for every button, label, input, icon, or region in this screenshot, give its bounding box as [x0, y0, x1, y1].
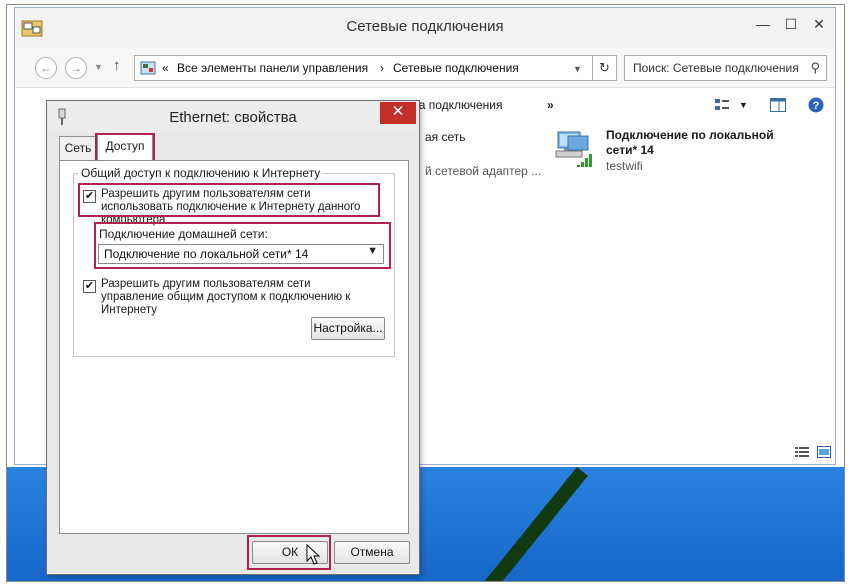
forward-arrow-icon[interactable]: → [65, 57, 87, 79]
dialog-title: Ethernet: свойства [169, 109, 297, 126]
tab-network[interactable]: Сеть [59, 136, 97, 161]
internet-sharing-group: Общий доступ к подключению к Интернету ✔… [73, 166, 395, 357]
wireless-adapter-icon[interactable] [552, 128, 594, 170]
allow-sharing-highlight [78, 183, 380, 217]
ethernet-properties-dialog: Ethernet: свойства ✕ Сеть Доступ Общий д… [46, 100, 420, 575]
adapter-2-name-line1[interactable]: Подключение по локальной [606, 128, 774, 142]
group-title: Общий доступ к подключению к Интернету [78, 166, 324, 180]
large-icons-view-icon[interactable] [817, 446, 831, 458]
sharing-tab-highlight [95, 133, 155, 163]
search-input[interactable]: Поиск: Сетевые подключения ⚲ [624, 55, 827, 81]
cancel-button[interactable]: Отмена [334, 541, 410, 564]
search-placeholder: Поиск: Сетевые подключения [633, 61, 799, 75]
explorer-title: Сетевые подключения [346, 18, 504, 35]
back-arrow-icon[interactable]: ← [35, 57, 57, 79]
control-panel-icon [140, 61, 156, 75]
address-dropdown-icon[interactable]: ▼ [573, 64, 582, 74]
view-dropdown-icon[interactable]: ▼ [739, 100, 748, 110]
screenshot-frame: Сетевые подключения — ☐ ✕ ← → ▼ ↑ « Все … [6, 4, 845, 582]
adapter-2-ssid: testwifi [606, 159, 643, 173]
adapter-2-name-line2[interactable]: сети* 14 [606, 143, 654, 157]
breadcrumb-overflow[interactable]: « [162, 61, 169, 75]
help-icon[interactable]: ? [807, 96, 825, 114]
mouse-cursor-icon [306, 544, 321, 565]
address-bar[interactable]: « Все элементы панели управления › Сетев… [134, 55, 593, 81]
search-icon: ⚲ [810, 60, 820, 75]
dialog-titlebar: Ethernet: свойства ✕ [47, 101, 419, 132]
preview-pane-icon[interactable] [769, 96, 787, 114]
more-commands-icon[interactable]: » [547, 98, 554, 112]
breadcrumb-separator: › [380, 61, 384, 75]
details-view-icon[interactable] [795, 446, 809, 458]
adapter-1-name[interactable]: ая сеть [425, 130, 466, 144]
address-row: ← → ▼ ↑ « Все элементы панели управления… [15, 48, 835, 88]
dialog-close-button[interactable]: ✕ [380, 102, 416, 124]
recent-dropdown-icon[interactable]: ▼ [94, 62, 103, 72]
sharing-tab-panel: Общий доступ к подключению к Интернету ✔… [59, 160, 409, 534]
breadcrumb-network-connections[interactable]: Сетевые подключения [393, 61, 519, 75]
close-window-button[interactable]: ✕ [806, 14, 832, 36]
up-arrow-icon[interactable]: ↑ [113, 57, 121, 74]
refresh-icon[interactable]: ↻ [593, 55, 617, 81]
explorer-titlebar: Сетевые подключения — ☐ ✕ [15, 8, 835, 48]
change-view-icon[interactable] [713, 96, 731, 114]
breadcrumb-control-panel[interactable]: Все элементы панели управления [177, 61, 368, 75]
maximize-button[interactable]: ☐ [778, 14, 804, 36]
allow-control-checkbox[interactable]: ✔ [83, 280, 96, 293]
svg-text:?: ? [813, 100, 820, 112]
settings-button[interactable]: Настройка... [311, 317, 385, 340]
minimize-button[interactable]: — [750, 14, 776, 36]
home-network-highlight [94, 222, 391, 269]
adapter-1-device: й сетевой адаптер ... [425, 164, 542, 178]
allow-control-label[interactable]: Разрешить другим пользователям сети упра… [101, 278, 371, 317]
